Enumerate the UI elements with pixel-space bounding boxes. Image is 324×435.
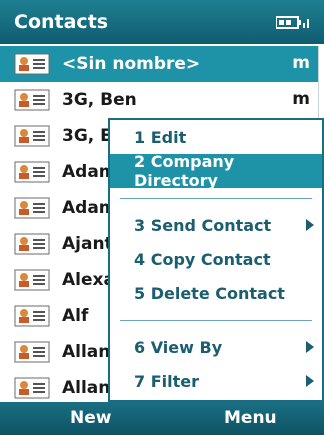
contact-card-icon	[14, 233, 50, 255]
menu-item-company-directory[interactable]: 2 Company Directory	[110, 152, 322, 190]
menu-item-filter[interactable]: 7 Filter	[110, 364, 322, 398]
contact-name: Allan	[62, 342, 111, 362]
submenu-arrow-icon	[306, 341, 314, 353]
contact-name: Alexa	[62, 270, 115, 290]
menu-separator	[120, 320, 312, 321]
context-menu: 1 Edit 2 Company Directory 3 Send Contac…	[108, 118, 324, 402]
menu-item-copy-contact[interactable]: 4 Copy Contact	[110, 242, 322, 276]
contact-name: Ajant	[62, 234, 113, 254]
contact-card-icon	[14, 269, 50, 291]
app-title: Contacts	[14, 11, 109, 33]
contact-name: 3G, E	[62, 126, 112, 146]
menu-item-send-contact[interactable]: 3 Send Contact	[110, 208, 322, 242]
submenu-arrow-icon	[306, 219, 314, 231]
contact-name: Alf	[62, 306, 89, 326]
contact-name: Allan	[62, 378, 111, 398]
contact-card-icon	[14, 53, 50, 75]
softkey-new[interactable]: New	[70, 408, 111, 428]
contact-index-letter: m	[292, 53, 310, 73]
submenu-arrow-icon	[306, 375, 314, 387]
contact-row[interactable]: <Sin nombre> m	[0, 46, 324, 82]
contact-card-icon	[14, 377, 50, 399]
contact-card-icon	[14, 305, 50, 327]
contact-card-icon	[14, 125, 50, 147]
menu-item-edit[interactable]: 1 Edit	[110, 120, 322, 154]
contact-index-letter: m	[292, 89, 310, 109]
contact-name: <Sin nombre>	[62, 54, 201, 74]
contact-card-icon	[14, 341, 50, 363]
menu-item-delete-contact[interactable]: 5 Delete Contact	[110, 276, 322, 310]
softkey-menu[interactable]: Menu	[224, 408, 277, 428]
contact-card-icon	[14, 161, 50, 183]
menu-item-view-by[interactable]: 6 View By	[110, 330, 322, 364]
battery-signal-icon	[276, 16, 309, 29]
contact-row[interactable]: 3G, Ben m	[0, 82, 324, 118]
title-bar: Contacts	[0, 0, 324, 44]
contact-name: 3G, Ben	[62, 90, 137, 110]
contact-card-icon	[14, 89, 50, 111]
contact-card-icon	[14, 197, 50, 219]
softkey-bar: New Menu	[0, 402, 324, 435]
menu-separator	[120, 198, 312, 199]
